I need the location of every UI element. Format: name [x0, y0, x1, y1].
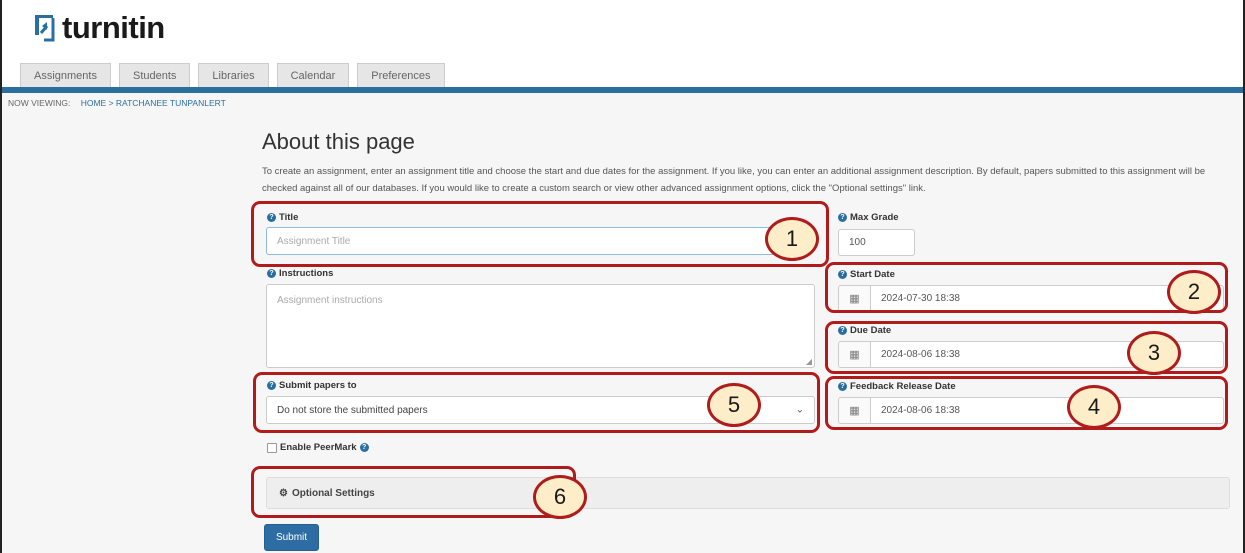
callout-1: 1 — [765, 217, 819, 261]
turnitin-logo[interactable]: turnitin — [32, 10, 165, 46]
max-grade-label-text: Max Grade — [850, 212, 899, 223]
tab-preferences[interactable]: Preferences — [357, 63, 445, 87]
peermark-label[interactable]: Enable PeerMark — [280, 442, 357, 453]
callout-3: 3 — [1127, 331, 1181, 375]
main-tabs: Assignments Students Libraries Calendar … — [20, 63, 453, 87]
header: turnitin Assignments Students Libraries … — [2, 0, 1243, 92]
instructions-label-text: Instructions — [279, 268, 334, 279]
breadcrumb: NOW VIEWING: HOME > RATCHANEE TUNPANLERT — [8, 98, 226, 108]
max-grade-input[interactable]: 100 — [838, 229, 915, 256]
breadcrumb-prefix: NOW VIEWING: — [8, 98, 71, 108]
max-grade-value: 100 — [849, 237, 866, 248]
peermark-checkbox[interactable] — [267, 442, 277, 453]
tab-calendar[interactable]: Calendar — [276, 63, 350, 87]
breadcrumb-path[interactable]: HOME > RATCHANEE TUNPANLERT — [81, 98, 226, 108]
tab-libraries[interactable]: Libraries — [198, 63, 269, 87]
callout-4: 4 — [1067, 385, 1121, 429]
help-icon[interactable]: ? — [838, 213, 847, 222]
highlight-title — [251, 201, 829, 267]
tab-students[interactable]: Students — [118, 63, 191, 87]
instructions-textarea[interactable]: Assignment instructions ◢ — [266, 284, 815, 368]
page-title: About this page — [262, 129, 415, 154]
highlight-optional-settings — [251, 466, 576, 518]
callout-2: 2 — [1167, 270, 1221, 314]
callout-5: 5 — [707, 383, 761, 427]
logo-text: turnitin — [62, 10, 165, 45]
tab-assignments[interactable]: Assignments — [20, 63, 111, 87]
max-grade-label: ? Max Grade — [838, 212, 899, 223]
peermark-row: Enable PeerMark ? — [267, 442, 372, 453]
help-icon[interactable]: ? — [267, 269, 276, 278]
resize-handle-icon[interactable]: ◢ — [806, 357, 812, 366]
submit-button[interactable]: Submit — [264, 524, 319, 551]
instructions-placeholder: Assignment instructions — [277, 295, 383, 306]
turnitin-logo-icon — [32, 13, 56, 43]
help-icon[interactable]: ? — [359, 443, 369, 452]
instructions-label: ? Instructions — [267, 268, 333, 279]
page-description: To create an assignment, enter an assign… — [262, 166, 1206, 194]
highlight-feedback-date — [825, 376, 1228, 430]
callout-6: 6 — [533, 475, 587, 519]
